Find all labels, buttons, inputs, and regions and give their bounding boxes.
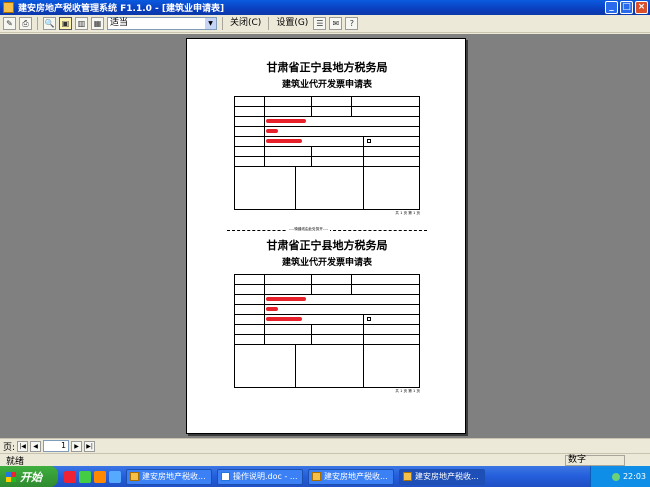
start-button[interactable]: 开始: [0, 466, 58, 487]
redaction-mark: [265, 317, 302, 321]
redaction-mark: [265, 129, 278, 133]
menu-icon[interactable]: ☰: [313, 17, 327, 30]
toolbar-separator: [222, 17, 223, 30]
table-row: [235, 147, 419, 157]
taskbar-item[interactable]: 建安房地产税收...: [126, 468, 212, 485]
table-row: [235, 275, 419, 285]
qq-icon[interactable]: [64, 470, 76, 483]
title-bar: 建安房地产税收管理系统 F1.1.0 - [建筑业申请表] _ □ ×: [0, 0, 650, 15]
quick-launch: [64, 470, 121, 483]
document-page: 甘肃省正宁县地方税务局 建筑业代开发票申请表 共 1 页 第 1 页 ----骑…: [186, 38, 466, 434]
windows-logo-icon: [6, 471, 16, 482]
network-icon[interactable]: [611, 472, 620, 481]
system-tray: 22:03: [590, 466, 650, 487]
table-row: [235, 97, 419, 107]
app-launcher-icon[interactable]: [79, 470, 91, 483]
taskbar-item[interactable]: 建安房地产税收...: [399, 468, 485, 485]
status-text: 就绪: [6, 456, 25, 467]
preview-area[interactable]: 甘肃省正宁县地方税务局 建筑业代开发票申请表 共 1 页 第 1 页 ----骑…: [0, 34, 650, 438]
chevron-down-icon[interactable]: ▼: [205, 18, 216, 29]
application-form-bottom: 甘肃省正宁县地方税务局 建筑业代开发票申请表 共 1 页 第 1 页: [227, 237, 427, 394]
help-icon[interactable]: ?: [345, 17, 359, 30]
browser-icon[interactable]: [109, 470, 121, 483]
application-form-top: 甘肃省正宁县地方税务局 建筑业代开发票申请表 共 1 页 第 1 页: [227, 59, 427, 216]
app-icon: [3, 2, 14, 13]
table-row: [235, 305, 419, 315]
page-indicator: 共 1 页 第 1 页: [395, 389, 420, 393]
start-label: 开始: [20, 470, 42, 484]
media-icon[interactable]: [94, 470, 106, 483]
page-navigation: 页: |◀ ◀ 1 ▶ ▶|: [0, 438, 650, 453]
folder-icon: [312, 472, 321, 481]
taskbar-item[interactable]: 操作说明.doc - ...: [217, 468, 303, 485]
redaction-mark: [265, 139, 302, 143]
form-title: 甘肃省正宁县地方税务局: [266, 239, 388, 252]
table-row: [235, 167, 419, 209]
two-page-icon[interactable]: ▥: [75, 17, 88, 30]
form-grid: [234, 96, 420, 210]
prev-page-button[interactable]: ◀: [30, 440, 42, 452]
mail-icon[interactable]: ✉: [329, 17, 343, 30]
toolbar-separator: [37, 17, 38, 30]
zoom-icon[interactable]: 🔍: [43, 17, 56, 30]
last-page-button[interactable]: ▶|: [84, 440, 96, 452]
form-footer: 共 1 页 第 1 页: [234, 211, 420, 216]
close-preview-button[interactable]: 关闭(C): [228, 17, 263, 30]
zoom-select[interactable]: 适当 ▼: [107, 17, 217, 30]
minimize-button[interactable]: _: [605, 1, 618, 14]
window-title: 建安房地产税收管理系统 F1.1.0 - [建筑业申请表]: [18, 4, 225, 14]
window-controls: _ □ ×: [605, 1, 648, 14]
print-icon[interactable]: ⎙: [19, 17, 32, 30]
checkbox[interactable]: [366, 317, 371, 321]
taskbar: 开始 建安房地产税收... 操作说明.doc - ... 建安房地产税收... …: [0, 466, 650, 487]
folder-icon: [130, 472, 139, 481]
edit-icon[interactable]: ✎: [3, 17, 16, 30]
checkbox[interactable]: [366, 139, 371, 143]
clock: 22:03: [622, 472, 646, 481]
toolbar-separator: [268, 17, 270, 30]
multi-page-icon[interactable]: ▦: [91, 17, 104, 30]
table-row: [235, 335, 419, 345]
table-row: [235, 285, 419, 295]
zoom-value: 适当: [110, 18, 129, 28]
table-row: [235, 127, 419, 137]
form-title: 甘肃省正宁县地方税务局: [266, 61, 388, 74]
page-number-input[interactable]: 1: [43, 440, 70, 452]
table-row: [235, 295, 419, 305]
form-grid: [234, 274, 420, 388]
status-bar: 就绪 数字: [0, 453, 650, 467]
form-subtitle: 建筑业代开发票申请表: [281, 80, 372, 90]
redaction-mark: [265, 307, 278, 311]
taskbar-item[interactable]: 建安房地产税收...: [308, 468, 394, 485]
single-page-icon[interactable]: ▣: [59, 17, 72, 30]
table-row: [235, 157, 419, 167]
redaction-mark: [265, 119, 306, 123]
table-row: [235, 315, 419, 325]
table-row: [235, 107, 419, 117]
maximize-button[interactable]: □: [620, 1, 633, 14]
table-row: [235, 345, 419, 387]
document-icon: [221, 472, 230, 481]
table-row: [235, 325, 419, 335]
toolbar: ✎ ⎙ 🔍 ▣ ▥ ▦ 适当 ▼ 关闭(C) 设置(G) ☰ ✉ ?: [0, 15, 650, 33]
cut-line-label: ----骑缝线由此处剪开----: [287, 227, 331, 232]
settings-button[interactable]: 设置(G): [274, 17, 310, 30]
close-window-button[interactable]: ×: [635, 1, 648, 14]
redaction-mark: [265, 297, 306, 301]
page-indicator: 共 1 页 第 1 页: [395, 211, 420, 215]
status-panel: 数字: [565, 455, 625, 466]
page-label: 页:: [3, 442, 16, 453]
app-icon: [403, 472, 412, 481]
table-row: [235, 117, 419, 127]
form-footer: 共 1 页 第 1 页: [234, 389, 420, 394]
first-page-button[interactable]: |◀: [17, 440, 29, 452]
form-subtitle: 建筑业代开发票申请表: [281, 258, 372, 268]
next-page-button[interactable]: ▶: [71, 440, 83, 452]
table-row: [235, 137, 419, 147]
